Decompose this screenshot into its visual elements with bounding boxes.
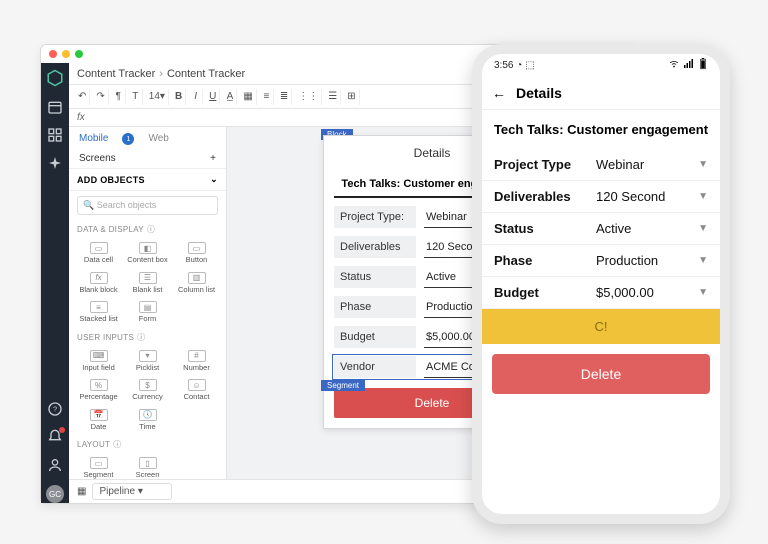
phone-time: 3:56 ◔ ⬚: [494, 60, 535, 71]
screens-label: Screens: [79, 153, 116, 164]
breadcrumb-a[interactable]: Content Tracker: [77, 68, 155, 80]
tile-time[interactable]: 🕔Time: [124, 406, 171, 434]
tab-mobile-badge: 1: [122, 133, 134, 145]
tile-input-field[interactable]: ⌨Input field: [75, 347, 122, 375]
align-center-button[interactable]: ≣: [277, 89, 292, 105]
chevron-down-icon: ▼: [698, 287, 708, 298]
help-icon[interactable]: ?: [47, 401, 63, 417]
object-panel: Mobile 1 Web Screens + ADD OBJECTS⌄ 🔍 Se…: [69, 127, 227, 479]
phone-heading: Tech Talks: Customer engagement: [482, 110, 720, 149]
tile-date[interactable]: 📅Date: [75, 406, 122, 434]
phone-delete-button[interactable]: Delete: [492, 354, 710, 394]
phone-status-bar: 3:56 ◔ ⬚: [482, 54, 720, 76]
side-rail: ? GC: [41, 63, 69, 503]
add-objects-header[interactable]: ADD OBJECTS⌄: [69, 168, 226, 191]
info-icon[interactable]: ⓘ: [137, 332, 145, 343]
divider-icon: ¶: [112, 89, 126, 105]
tile-contact[interactable]: ☺Contact: [173, 376, 220, 404]
sparkle-icon[interactable]: [47, 155, 63, 171]
tile-segment[interactable]: ▭Segment: [75, 454, 122, 479]
info-icon[interactable]: ⓘ: [113, 439, 121, 450]
info-icon[interactable]: ⓘ: [147, 224, 155, 235]
text-color-button[interactable]: A̲: [223, 89, 237, 105]
category-layout: LAYOUT ⓘ: [69, 435, 226, 452]
battery-icon: [698, 58, 708, 73]
grid-icon[interactable]: [47, 127, 63, 143]
app-logo-icon[interactable]: [46, 69, 64, 87]
pipeline-select[interactable]: Pipeline ▾: [92, 483, 171, 500]
underline-button[interactable]: U: [206, 89, 220, 105]
avatar[interactable]: GC: [46, 485, 64, 503]
list-button[interactable]: ☰: [325, 89, 341, 105]
phone-screen: 3:56 ◔ ⬚ ← Details Tech Talks: Customer …: [482, 54, 720, 514]
tile-column-list[interactable]: ▥Column list: [173, 269, 220, 297]
min-dot-icon[interactable]: [62, 50, 70, 58]
wifi-icon: [668, 59, 680, 72]
align-left-button[interactable]: ≡: [260, 89, 274, 105]
signal-icon: [684, 59, 694, 72]
redo-button[interactable]: ↷: [93, 89, 108, 105]
user-icon[interactable]: [47, 457, 63, 473]
bold-button[interactable]: B: [172, 89, 186, 105]
tile-form[interactable]: ▤Form: [124, 298, 171, 326]
chevron-down-icon: ▼: [698, 255, 708, 266]
calendar-icon[interactable]: [47, 99, 63, 115]
phone-warning-banner[interactable]: C!: [482, 309, 720, 344]
phone-appbar-title: Details: [516, 85, 562, 101]
phone-row-status[interactable]: StatusActive▼: [482, 213, 720, 245]
chevron-down-icon: ⌄: [210, 174, 218, 185]
chevron-down-icon: ▼: [698, 223, 708, 234]
link-button[interactable]: ⊞: [344, 89, 359, 105]
phone-appbar: ← Details: [482, 76, 720, 110]
tile-blank-block[interactable]: fxBlank block: [75, 269, 122, 297]
category-data-display: DATA & DISPLAY ⓘ: [69, 220, 226, 237]
phone-mock: 3:56 ◔ ⬚ ← Details Tech Talks: Customer …: [472, 44, 730, 524]
sheet-icon[interactable]: ▦: [77, 486, 86, 497]
fill-color-button[interactable]: ▦: [240, 89, 256, 105]
svg-text:?: ?: [53, 405, 57, 414]
undo-button[interactable]: ↶: [75, 89, 90, 105]
chevron-down-icon: ▼: [698, 159, 708, 170]
phone-row-project-type[interactable]: Project TypeWebinar▼: [482, 149, 720, 181]
tile-picklist[interactable]: ▾Picklist: [124, 347, 171, 375]
max-dot-icon[interactable]: [75, 50, 83, 58]
tile-percentage[interactable]: %Percentage: [75, 376, 122, 404]
close-dot-icon[interactable]: [49, 50, 57, 58]
tile-blank-list[interactable]: ☰Blank list: [124, 269, 171, 297]
align-vert-button[interactable]: ⋮⋮: [295, 89, 322, 105]
breadcrumb-b[interactable]: Content Tracker: [167, 68, 245, 80]
chevron-down-icon: ▼: [698, 191, 708, 202]
category-user-inputs: USER INPUTS ⓘ: [69, 328, 226, 345]
chevron-right-icon: ›: [159, 68, 163, 80]
segment-tag[interactable]: Segment: [321, 380, 365, 391]
phone-row-deliverables[interactable]: Deliverables120 Second▼: [482, 181, 720, 213]
tile-screen[interactable]: ▯Screen: [124, 454, 171, 479]
tile-stacked-list[interactable]: ≡Stacked list: [75, 298, 122, 326]
phone-row-phase[interactable]: PhaseProduction▼: [482, 245, 720, 277]
search-objects-input[interactable]: 🔍 Search objects: [77, 196, 218, 215]
add-screen-button[interactable]: +: [210, 153, 216, 164]
tile-button[interactable]: ▭Button: [173, 239, 220, 267]
phone-row-budget[interactable]: Budget$5,000.00▼: [482, 277, 720, 309]
italic-button[interactable]: I: [189, 89, 203, 105]
font-picker[interactable]: T: [129, 89, 143, 105]
tile-number[interactable]: #Number: [173, 347, 220, 375]
tab-web[interactable]: Web: [148, 133, 168, 145]
tile-data-cell[interactable]: ▭Data cell: [75, 239, 122, 267]
tile-currency[interactable]: $Currency: [124, 376, 171, 404]
tile-content-box[interactable]: ◧Content box: [124, 239, 171, 267]
tab-mobile[interactable]: Mobile: [79, 133, 108, 145]
bell-icon[interactable]: [47, 429, 63, 445]
font-size[interactable]: 14 ▾: [146, 89, 169, 105]
back-icon[interactable]: ←: [492, 85, 506, 101]
